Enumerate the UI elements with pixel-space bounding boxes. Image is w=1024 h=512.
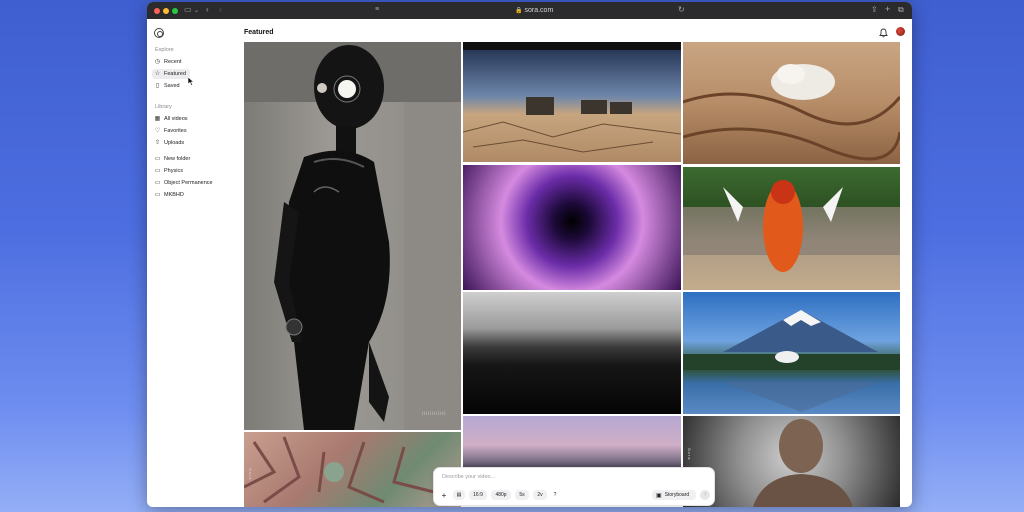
variations-button[interactable]: 2v <box>533 490 547 500</box>
prompt-input[interactable]: Describe your video... <box>442 474 495 480</box>
video-tile-parade-dancer[interactable] <box>683 167 900 290</box>
tile-watermark: |||||||||||| <box>422 410 447 415</box>
sidebar-item-physics[interactable]: ▭ Physics <box>152 166 212 176</box>
star-icon: ☆ <box>154 71 161 77</box>
sidebar-item-favorites[interactable]: ♡ Favorites <box>152 126 190 136</box>
url-text: sora.com <box>524 7 554 14</box>
tile-watermark: Sora <box>687 448 692 461</box>
sidebar-item-new-folder[interactable]: ▭ New folder <box>152 154 212 164</box>
desert-thumbnail <box>463 42 681 153</box>
sidebar-item-label: New folder <box>164 156 191 162</box>
user-avatar[interactable] <box>896 27 905 36</box>
sidebar-item-label: Saved <box>164 83 180 89</box>
coral-thumbnail <box>244 436 435 504</box>
browser-titlebar: ▭ ⌄ ‹ › ≡ 🔒 sora.com ↻ ⇪ + ⧉ <box>147 2 912 19</box>
bookmark-icon: ▯ <box>155 83 160 89</box>
storyboard-icon: ▣ <box>656 492 662 499</box>
video-tile-ocean-horizon[interactable] <box>463 292 681 414</box>
sidebar: Explore ◷ Recent ☆ Featured ▯ Saved Libr… <box>147 19 232 507</box>
minimize-window-button[interactable] <box>163 8 169 14</box>
sidebar-item-mkbhd[interactable]: ▭ MKBHD <box>152 190 212 200</box>
browser-window: ▭ ⌄ ‹ › ≡ 🔒 sora.com ↻ ⇪ + ⧉ Explore ◷ Re… <box>147 2 912 507</box>
notifications-bell-icon[interactable] <box>879 28 888 38</box>
fuji-thumbnail <box>683 310 900 412</box>
storyboard-button[interactable]: ▣ Storyboard <box>652 490 696 500</box>
sidebar-item-recent[interactable]: ◷ Recent <box>152 57 190 67</box>
sidebar-item-label: Favorites <box>164 128 187 134</box>
sidebar-item-label: All videos <box>164 116 188 122</box>
video-tile-sand-dunes[interactable] <box>683 42 900 164</box>
duration-button[interactable]: 5s <box>515 490 529 500</box>
robot-thumbnail <box>244 42 461 430</box>
video-tile-desert-vehicles[interactable] <box>463 42 681 162</box>
sidebar-item-label: Uploads <box>164 140 185 146</box>
tile-watermark: Sora <box>248 468 253 481</box>
folder-icon: ▭ <box>154 180 161 186</box>
video-tile-mount-fuji[interactable] <box>683 292 900 414</box>
video-tile-sunset-plain[interactable] <box>463 416 681 469</box>
video-tile-coral-spikes[interactable]: Sora <box>244 432 461 507</box>
sora-logo-icon[interactable] <box>154 28 164 38</box>
storyboard-label: Storyboard <box>664 492 690 498</box>
library-section-label: Library <box>155 104 172 110</box>
sidebar-item-object-permanence[interactable]: ▭ Object Permanence <box>152 178 224 188</box>
explore-section-label: Explore <box>155 47 174 53</box>
grid-icon: ▦ <box>154 116 161 122</box>
resolution-button[interactable]: 480p <box>491 490 511 500</box>
sidebar-item-label: Physics <box>164 168 183 174</box>
preset-icon: ▤ <box>456 492 462 498</box>
new-tab-icon[interactable]: + <box>885 4 890 14</box>
sidebar-item-saved[interactable]: ▯ Saved <box>152 81 190 91</box>
folder-icon: ▭ <box>154 156 161 162</box>
forward-icon[interactable]: › <box>219 5 222 15</box>
arrow-up-icon: ↑ <box>703 492 707 498</box>
heart-icon: ♡ <box>154 128 161 134</box>
reader-icon[interactable]: ≡ <box>375 5 379 15</box>
tabs-overview-icon[interactable]: ⧉ <box>898 5 904 15</box>
bald-man-thumbnail <box>753 419 853 507</box>
help-button[interactable]: ? <box>550 490 560 500</box>
sidebar-item-label: Object Permanence <box>164 180 213 186</box>
upload-icon: ⇧ <box>154 140 161 146</box>
sidebar-toggle-icon[interactable]: ▭ <box>184 5 192 15</box>
back-icon[interactable]: ‹ <box>206 5 209 15</box>
chevron-down-icon[interactable]: ⌄ <box>194 6 199 16</box>
video-tile-robot[interactable]: |||||||||||| <box>244 42 461 430</box>
sidebar-item-label: MKBHD <box>164 192 184 198</box>
dunes-thumbnail <box>683 64 900 161</box>
preset-button[interactable]: ▤ <box>453 490 465 500</box>
add-media-button[interactable]: + <box>439 490 449 500</box>
sidebar-item-all-videos[interactable]: ▦ All videos <box>152 114 190 124</box>
video-tile-bald-man[interactable]: Sora <box>683 416 900 507</box>
folder-icon: ▭ <box>154 168 161 174</box>
close-window-button[interactable] <box>154 8 160 14</box>
address-bar[interactable]: 🔒 sora.com <box>515 6 553 16</box>
sidebar-item-label: Recent <box>164 59 182 65</box>
parade-thumbnail <box>683 180 900 272</box>
sidebar-item-uploads[interactable]: ⇧ Uploads <box>152 138 190 148</box>
reload-icon[interactable]: ↻ <box>678 5 685 15</box>
share-icon[interactable]: ⇪ <box>871 5 878 15</box>
zoom-window-button[interactable] <box>172 8 178 14</box>
video-tile-purple-vortex[interactable] <box>463 165 681 290</box>
page-title: Featured <box>244 29 274 36</box>
lock-icon: 🔒 <box>515 8 523 14</box>
sidebar-item-featured[interactable]: ☆ Featured <box>152 69 190 79</box>
submit-prompt-button[interactable]: ↑ <box>700 490 710 500</box>
aspect-ratio-button[interactable]: 16:9 <box>469 490 487 500</box>
sidebar-item-label: Featured <box>164 71 187 77</box>
prompt-composer: Describe your video... + ▤ 16:9 480p 5s … <box>433 467 715 506</box>
mouse-cursor-icon <box>188 77 194 86</box>
clock-icon: ◷ <box>154 59 161 65</box>
folder-icon: ▭ <box>154 192 161 198</box>
